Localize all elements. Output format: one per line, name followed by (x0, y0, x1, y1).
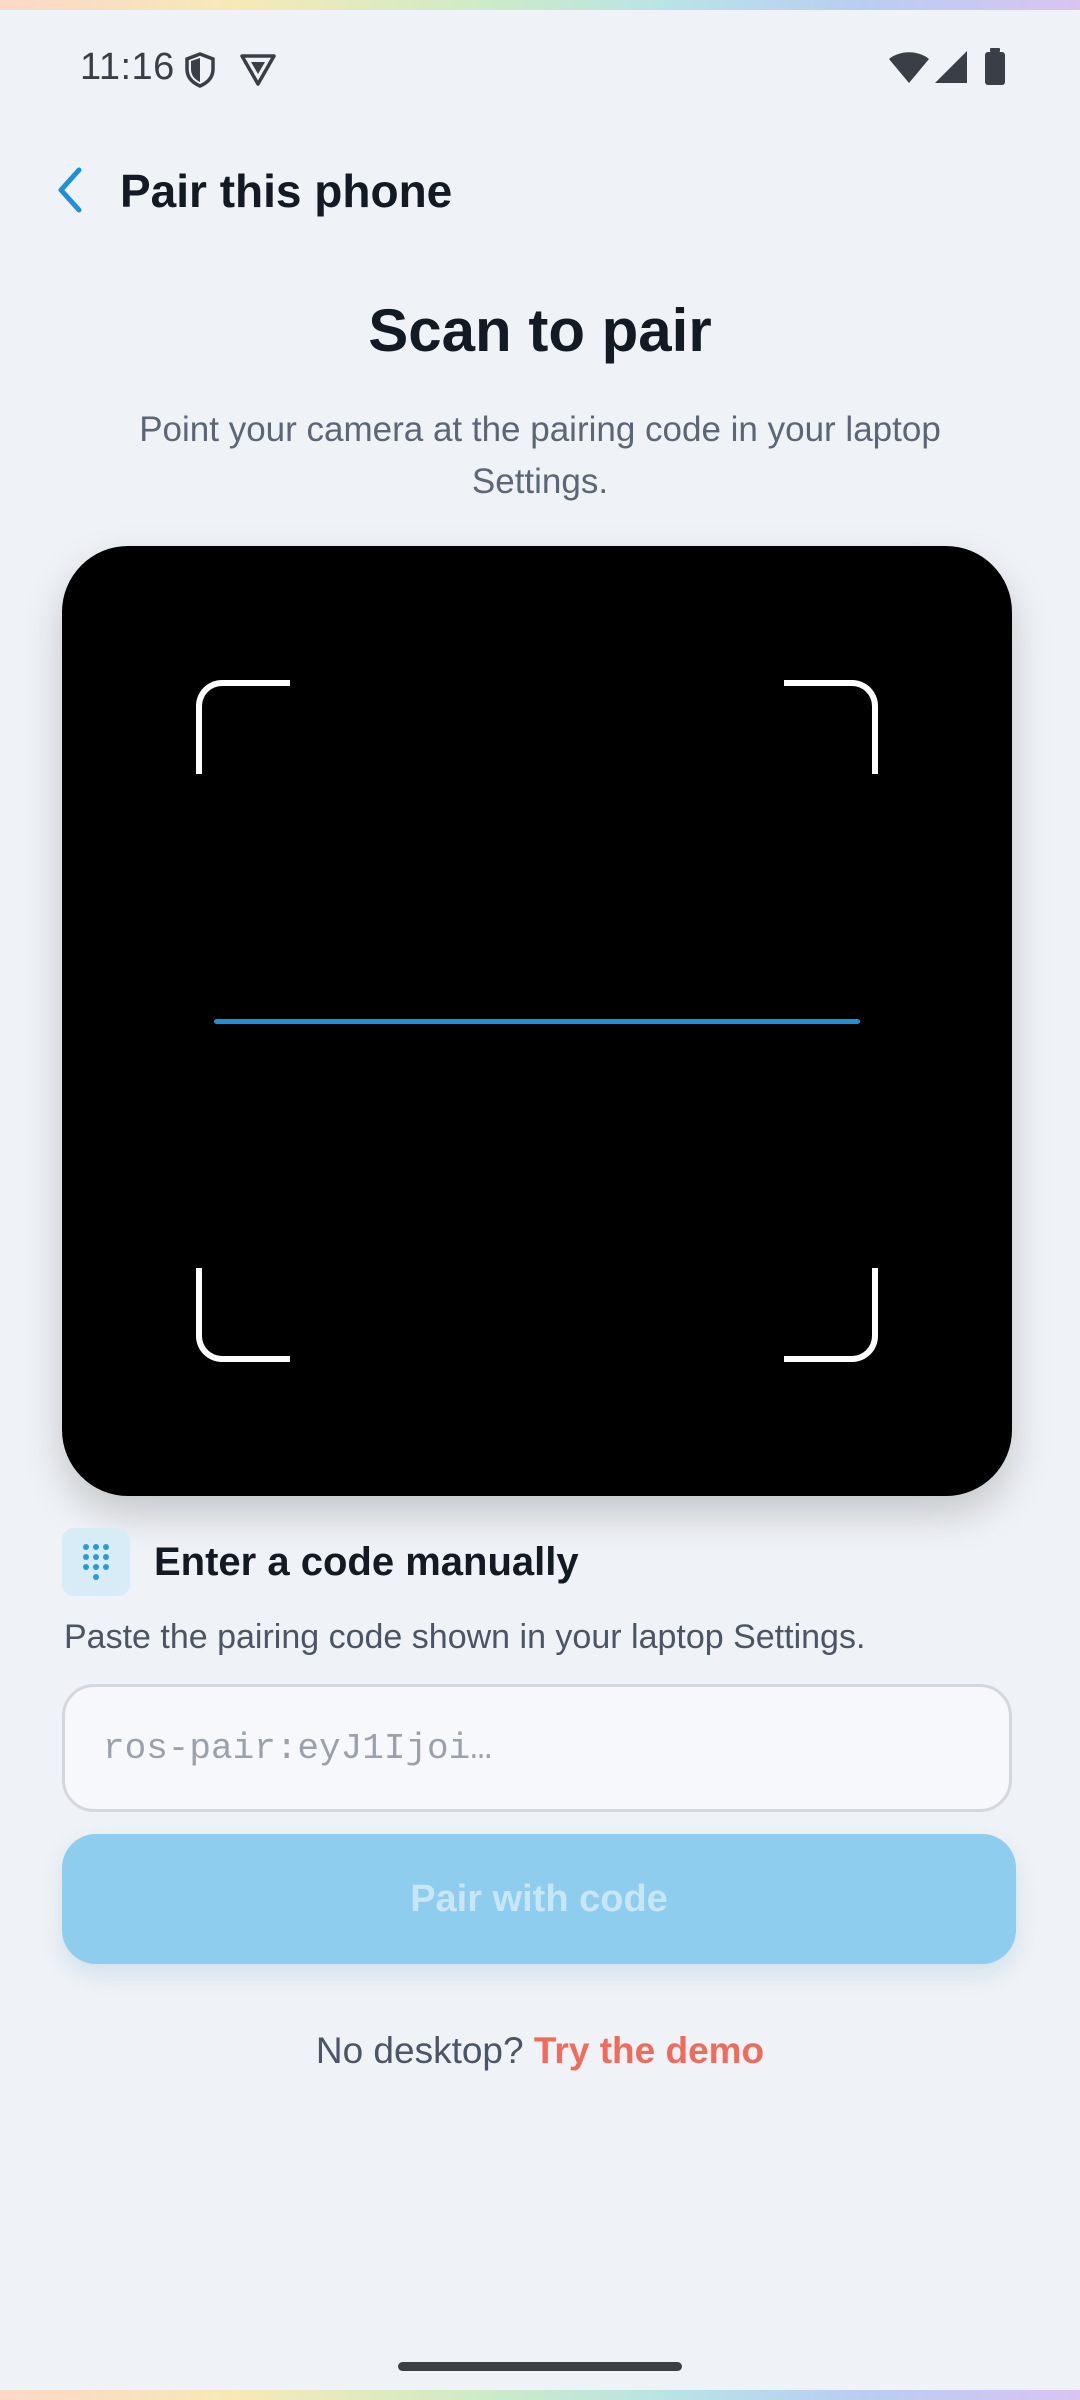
home-indicator[interactable] (398, 2362, 682, 2371)
shield-icon (184, 52, 216, 93)
battery-icon (984, 48, 1006, 91)
page-title: Pair this phone (120, 165, 453, 217)
demo-prompt: No desktop? Try the demo (0, 2030, 1080, 2072)
manual-entry-hint: Paste the pairing code shown in your lap… (64, 1618, 866, 1656)
app-header: Pair this phone (0, 156, 1080, 236)
scan-line (214, 1019, 860, 1024)
vpn-icon (240, 52, 276, 91)
wifi-icon (888, 50, 930, 89)
bottom-gradient-strip (0, 2390, 1080, 2400)
signal-icon (934, 50, 968, 89)
keypad-icon (62, 1528, 130, 1596)
try-demo-link[interactable]: Try the demo (534, 2030, 764, 2071)
status-bar: 11:16 (0, 40, 1080, 100)
back-button[interactable] (40, 160, 100, 220)
frame-corner-bottom-right (784, 1268, 878, 1362)
frame-corner-top-right (784, 680, 878, 774)
status-time: 11:16 (80, 46, 175, 88)
top-gradient-strip (0, 0, 1080, 10)
scan-subtitle: Point your camera at the pairing code in… (139, 410, 941, 501)
pairing-code-input[interactable] (62, 1684, 1012, 1812)
scan-title: Scan to pair (368, 297, 712, 364)
manual-entry-title: Enter a code manually (154, 1539, 579, 1584)
demo-question: No desktop? (315, 2030, 534, 2071)
manual-entry-header: Enter a code manually (62, 1528, 579, 1596)
frame-corner-top-left (196, 680, 290, 774)
camera-viewfinder[interactable] (62, 546, 1012, 1496)
back-arrow-icon (58, 167, 82, 213)
pair-with-code-button[interactable]: Pair with code (62, 1834, 1016, 1964)
frame-corner-bottom-left (196, 1268, 290, 1362)
